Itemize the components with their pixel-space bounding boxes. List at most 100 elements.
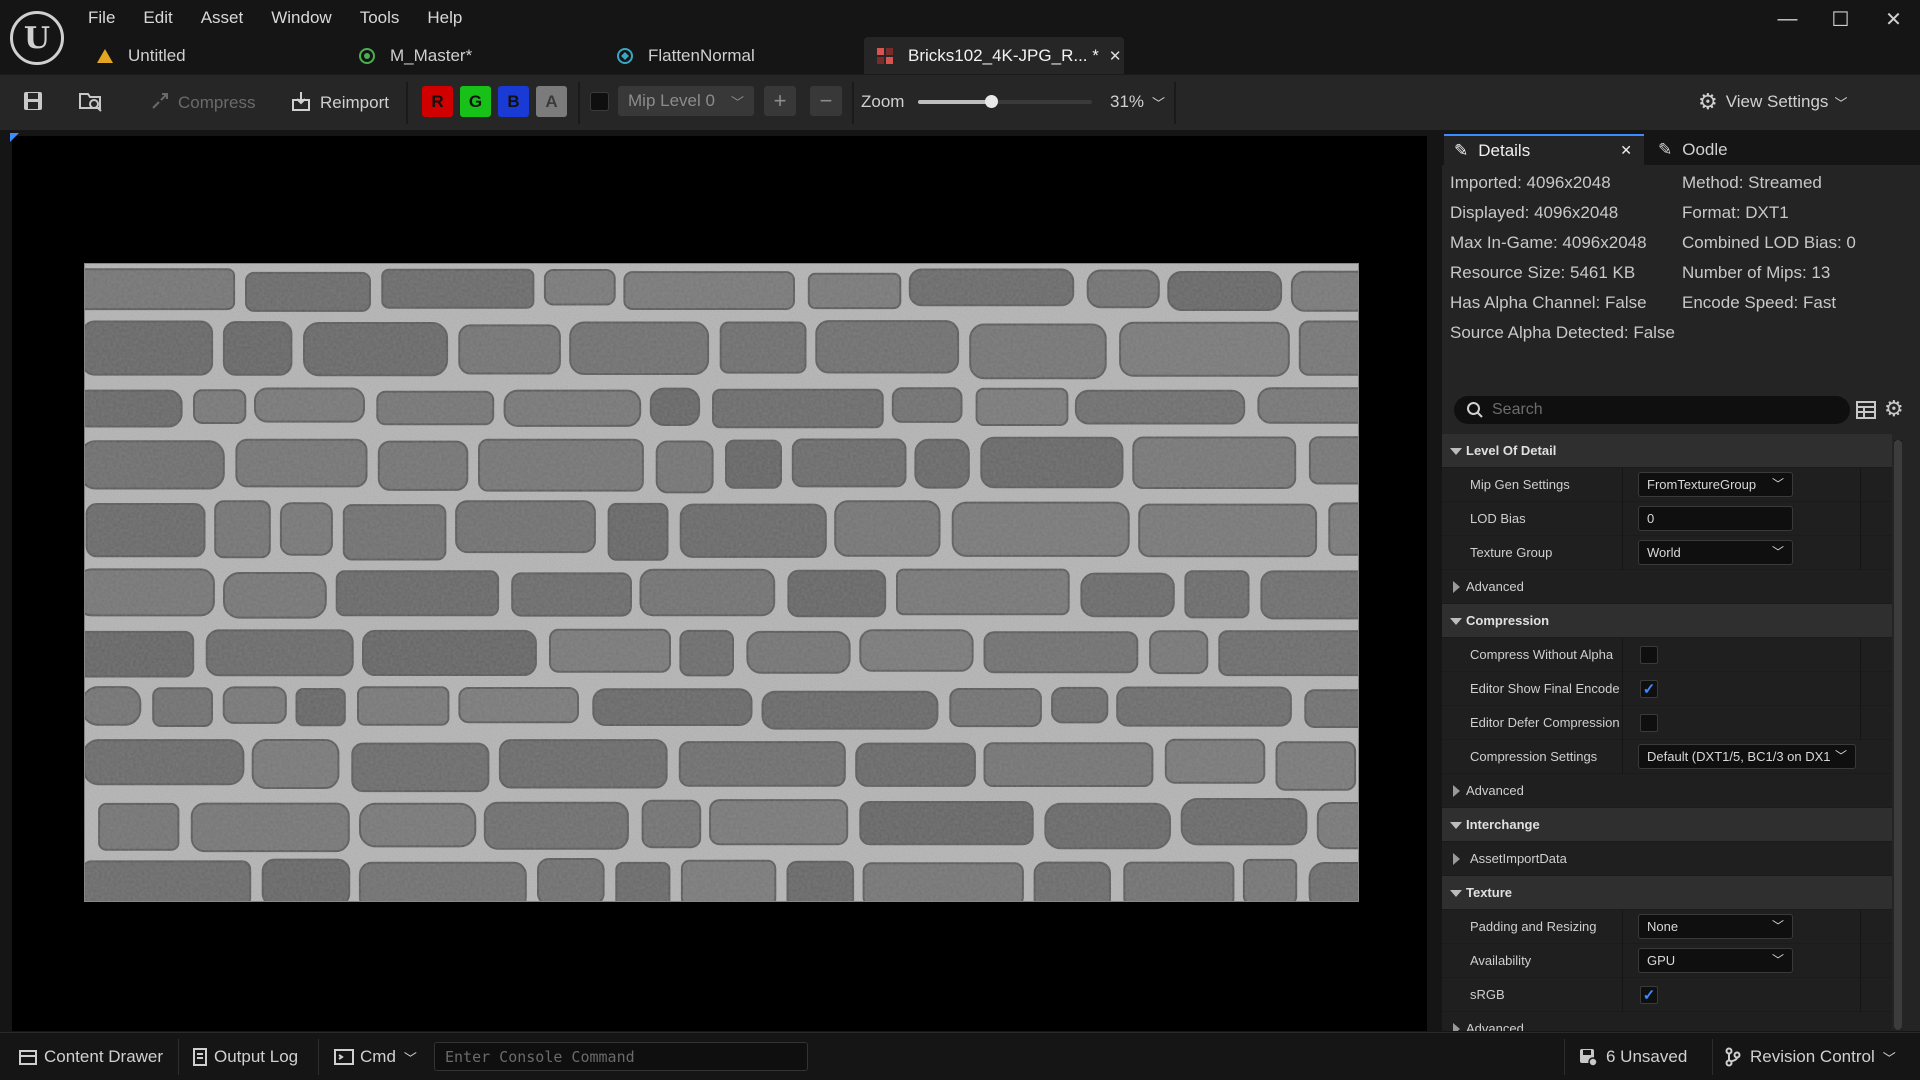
brick-wall-texture: [85, 264, 1358, 901]
unsaved-files-icon: [1578, 1047, 1598, 1067]
output-log-button[interactable]: Output Log: [192, 1041, 298, 1073]
editor-show-final-encode-checkbox[interactable]: ✓: [1640, 680, 1658, 698]
close-tab-icon[interactable]: ✕: [1109, 47, 1122, 65]
status-separator: [318, 1039, 319, 1075]
editor-defer-compression-checkbox[interactable]: [1640, 714, 1658, 732]
doc-tab-m-master[interactable]: M_Master*: [344, 37, 602, 74]
stat-format: Format: DXT1: [1682, 203, 1789, 222]
console-command-input[interactable]: [435, 1043, 807, 1070]
doc-tab-flatten-normal[interactable]: FlattenNormal: [602, 37, 864, 74]
maximize-button[interactable]: ☐: [1814, 0, 1867, 38]
reimport-button[interactable]: Reimport: [290, 83, 389, 123]
close-icon[interactable]: ✕: [1620, 142, 1632, 159]
save-button[interactable]: [22, 83, 44, 123]
table-view-icon[interactable]: [1856, 401, 1876, 424]
red-channel-toggle[interactable]: R: [422, 86, 453, 117]
availability-dropdown[interactable]: GPU ﹀: [1638, 948, 1793, 973]
browse-asset-button[interactable]: [78, 83, 104, 123]
chevron-down-icon: ﹀: [1882, 1050, 1896, 1066]
revision-control-button[interactable]: Revision Control ﹀: [1724, 1041, 1896, 1073]
column-divider: [1622, 672, 1623, 706]
stat-displayed: Displayed: 4096x2048: [1450, 203, 1619, 222]
doc-tab-untitled[interactable]: Untitled: [82, 37, 344, 74]
column-divider: [1622, 468, 1623, 502]
details-scrollbar[interactable]: [1894, 440, 1902, 1030]
texture-preview-image[interactable]: [84, 263, 1359, 902]
advanced-section-texture[interactable]: Advanced: [1442, 1012, 1892, 1031]
lod-bias-input[interactable]: 0: [1638, 506, 1793, 531]
zoom-dropdown[interactable]: 31% ﹀: [1110, 82, 1165, 122]
doc-tab-label: M_Master*: [390, 45, 473, 65]
advanced-section-compression[interactable]: Advanced: [1442, 774, 1892, 808]
zoom-slider-thumb[interactable]: [985, 95, 999, 108]
mip-level-dropdown[interactable]: Mip Level 0 ﹀: [618, 86, 754, 116]
close-window-button[interactable]: ✕: [1867, 0, 1920, 38]
search-input[interactable]: [1492, 401, 1832, 419]
minimize-button[interactable]: —: [1761, 0, 1814, 38]
stat-max-in-game: Max In-Game: 4096x2048: [1450, 233, 1647, 252]
details-scrollbar-thumb[interactable]: [1894, 440, 1902, 1030]
doc-tab-bricks[interactable]: Bricks102_4K-JPG_R... * ✕: [864, 37, 1124, 74]
revision-control-label: Revision Control: [1750, 1047, 1875, 1066]
category-compression[interactable]: Compression: [1442, 604, 1892, 638]
category-texture[interactable]: Texture: [1442, 876, 1892, 910]
stat-resource-size: Resource Size: 5461 KB: [1450, 263, 1636, 282]
menu-window[interactable]: Window: [257, 4, 345, 34]
panel-tabs: ✎ Details ✕ ✎ Oodle: [1442, 131, 1920, 165]
cmd-dropdown[interactable]: Cmd ﹀: [334, 1041, 417, 1073]
srgb-checkbox[interactable]: ✓: [1640, 986, 1658, 1004]
unreal-logo-icon[interactable]: U: [10, 11, 64, 65]
stat-imported: Imported: 4096x2048: [1450, 173, 1611, 192]
texture-group-dropdown[interactable]: World ﹀: [1638, 540, 1793, 565]
chevron-down-icon: ﹀: [1832, 747, 1847, 764]
zoom-slider[interactable]: [918, 95, 1092, 108]
prop-srgb: sRGB ✓: [1442, 978, 1892, 1012]
menu-edit[interactable]: Edit: [129, 4, 186, 34]
toolbar-separator: [578, 82, 580, 124]
category-level-of-detail[interactable]: Level Of Detail: [1442, 434, 1892, 468]
panel-splitter[interactable]: [1432, 131, 1442, 1031]
compression-settings-dropdown[interactable]: Default (DXT1/5, BC1/3 on DX1 ﹀: [1638, 744, 1856, 769]
column-divider: [1860, 536, 1861, 570]
mip-increase-button[interactable]: +: [764, 86, 796, 116]
expand-arrow-icon: [1450, 618, 1462, 625]
tab-details[interactable]: ✎ Details ✕: [1444, 134, 1644, 165]
column-divider: [1622, 944, 1623, 978]
mip-gen-dropdown[interactable]: FromTextureGroup ﹀: [1638, 472, 1793, 497]
compress-icon: [150, 91, 170, 116]
compress-button[interactable]: Compress: [150, 83, 255, 123]
column-divider: [1860, 502, 1861, 536]
unsaved-label: 6 Unsaved: [1606, 1047, 1688, 1066]
texture-icon: [876, 47, 894, 65]
mip-checkbox[interactable]: [590, 92, 609, 111]
prop-editor-show-final-encode: Editor Show Final Encode ✓: [1442, 672, 1892, 706]
column-divider: [1860, 706, 1861, 740]
prop-asset-import-data[interactable]: AssetImportData: [1442, 842, 1892, 876]
mip-decrease-button[interactable]: −: [810, 86, 842, 116]
prop-texture-group: Texture Group World ﹀: [1442, 536, 1892, 570]
cmd-label: Cmd: [360, 1047, 396, 1066]
status-separator: [1712, 1039, 1713, 1075]
doc-tab-label: Bricks102_4K-JPG_R... *: [908, 45, 1099, 65]
menu-asset[interactable]: Asset: [187, 4, 258, 34]
content-drawer-button[interactable]: Content Drawer: [18, 1041, 163, 1073]
menu-file[interactable]: File: [74, 4, 129, 34]
advanced-section-lod[interactable]: Advanced: [1442, 570, 1892, 604]
view-settings-button[interactable]: ⚙ View Settings ﹀: [1698, 82, 1847, 122]
prop-padding-and-resizing: Padding and Resizing None ﹀: [1442, 910, 1892, 944]
zoom-slider-fill: [918, 100, 992, 104]
unsaved-button[interactable]: 6 Unsaved: [1578, 1041, 1687, 1073]
blue-channel-toggle[interactable]: B: [498, 86, 529, 117]
alpha-channel-toggle[interactable]: A: [536, 86, 567, 117]
category-interchange[interactable]: Interchange: [1442, 808, 1892, 842]
tab-oodle[interactable]: ✎ Oodle: [1648, 134, 1808, 165]
menu-tools[interactable]: Tools: [346, 4, 414, 34]
details-panel: ✎ Details ✕ ✎ Oodle Imported: 4096x2048 …: [1442, 131, 1920, 1031]
padding-dropdown[interactable]: None ﹀: [1638, 914, 1793, 939]
search-icon: [1466, 401, 1484, 419]
compress-without-alpha-checkbox[interactable]: [1640, 646, 1658, 664]
gear-icon[interactable]: ⚙: [1884, 396, 1904, 422]
output-log-icon: [192, 1047, 208, 1067]
green-channel-toggle[interactable]: G: [460, 86, 491, 117]
menu-help[interactable]: Help: [413, 4, 476, 34]
